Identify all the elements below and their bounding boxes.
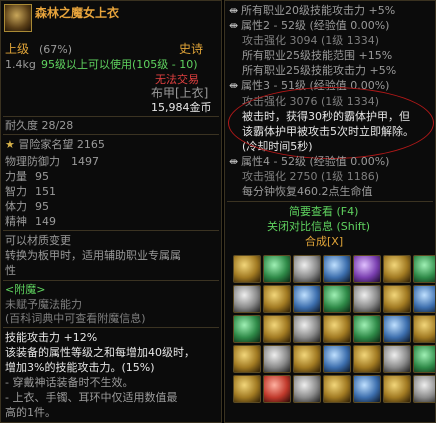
option-line: 所有职业25级技能范围 +15% — [242, 49, 393, 62]
fame-row: ★ 冒险家名望 2165 — [5, 138, 105, 151]
equip-slot[interactable] — [383, 255, 411, 283]
equip-slot[interactable] — [413, 255, 435, 283]
durability: 耐久度 28/28 — [5, 119, 74, 132]
attribute-icon: ⇼ — [229, 19, 239, 32]
effect-desc: 该装备的属性等级之和每增加40级时， — [5, 346, 195, 359]
equip-slot[interactable] — [293, 315, 321, 343]
enchant-header: <附魔> — [5, 283, 46, 296]
equip-slot[interactable] — [353, 345, 381, 373]
equip-slot[interactable] — [413, 315, 435, 343]
highlight-circle — [228, 87, 434, 159]
equip-slot[interactable] — [413, 285, 435, 313]
equip-slot[interactable] — [263, 375, 291, 403]
enchant-none: 未赋予魔法能力 — [5, 298, 82, 311]
equip-slot[interactable] — [263, 285, 291, 313]
equip-slot[interactable] — [323, 345, 351, 373]
item-weight: 1.4kg — [5, 58, 36, 71]
effect-desc: 增加3%的技能攻击力。(15%) — [5, 361, 155, 374]
divider — [3, 134, 219, 135]
option-line: 攻击强化 2750 (1级 1186) — [242, 170, 380, 183]
equip-slot[interactable] — [353, 255, 381, 283]
equip-slot[interactable] — [263, 315, 291, 343]
equip-slot[interactable] — [293, 345, 321, 373]
divider — [3, 116, 219, 117]
equip-slot[interactable] — [293, 255, 321, 283]
effect-note: - 上衣、手镯、耳环中仅适用数值最 — [5, 391, 178, 404]
divider — [227, 201, 433, 202]
item-name: 森林之魔女上衣 — [35, 6, 120, 20]
stat-label: 力量 — [5, 170, 27, 183]
option-line: 攻击强化 3094 (1级 1334) — [242, 34, 380, 47]
effect-note: - 穿戴神话装备时不生效。 — [5, 376, 134, 389]
stat-value: 95 — [35, 170, 49, 183]
material-desc: 性 — [5, 264, 16, 277]
option-line: ⇼ 属性2 - 52级 (经验值 0.00%) — [229, 19, 390, 32]
skill-attack: 技能攻击力 +12% — [5, 331, 98, 344]
defense-value: 1497 — [71, 155, 99, 168]
attribute-icon: ⇼ — [229, 79, 239, 92]
rarity-label: 史诗 — [179, 42, 204, 56]
fame-icon: ★ — [5, 138, 15, 151]
equip-slot[interactable] — [383, 345, 411, 373]
divider — [3, 280, 219, 281]
stat-value: 149 — [35, 215, 56, 228]
equip-slot[interactable] — [323, 285, 351, 313]
equip-slot[interactable] — [323, 255, 351, 283]
equip-slot[interactable] — [233, 315, 261, 343]
stat-value: 95 — [35, 200, 49, 213]
stat-value: 151 — [35, 185, 56, 198]
synthesis-button[interactable]: 合成[X] — [305, 235, 343, 248]
level-requirement: 95级以上可以使用(105级 - 10) — [41, 58, 198, 71]
option-line: 所有职业25级技能攻击力 +5% — [242, 64, 397, 77]
equip-slot[interactable] — [293, 375, 321, 403]
item-grade: 上级 — [5, 42, 30, 56]
equip-slot[interactable] — [233, 345, 261, 373]
attribute-icon: ⇼ — [229, 4, 239, 17]
item-price: 15,984金币 — [151, 101, 212, 114]
item-tooltip-panel: 森林之魔女上衣 上级 (67%) 史诗 1.4kg 95级以上可以使用(105级… — [0, 0, 222, 423]
equip-slot[interactable] — [323, 315, 351, 343]
equip-slot[interactable] — [293, 285, 321, 313]
equip-slot[interactable] — [263, 255, 291, 283]
item-options-panel: ⇼ 所有职业20级技能攻击力 +5% ⇼ 属性2 - 52级 (经验值 0.00%)… — [224, 0, 436, 423]
divider — [3, 230, 219, 231]
equip-slot[interactable] — [383, 375, 411, 403]
equip-slot[interactable] — [353, 375, 381, 403]
close-compare-button[interactable]: 关闭对比信息 (Shift) — [267, 220, 370, 233]
equip-slot[interactable] — [263, 345, 291, 373]
grade-percent: (67%) — [39, 43, 73, 56]
option-line: ⇼ 属性4 - 52级 (经验值 0.00%) — [229, 155, 390, 168]
effect-note: 高的1件。 — [5, 406, 56, 419]
defense-label: 物理防御力 — [5, 155, 60, 168]
equip-slot[interactable] — [233, 285, 261, 313]
armor-icon — [4, 4, 32, 32]
stat-label: 体力 — [5, 200, 27, 213]
attribute-icon: ⇼ — [229, 155, 239, 168]
item-type: 布甲[上衣] — [151, 86, 209, 100]
divider — [3, 327, 219, 328]
enchant-hint: (百科词典中可查看附魔信息) — [5, 312, 146, 325]
equip-slot[interactable] — [323, 375, 351, 403]
equip-slot[interactable] — [353, 285, 381, 313]
fame-text: 冒险家名望 2165 — [18, 138, 105, 151]
stat-label: 精神 — [5, 215, 27, 228]
equip-slot[interactable] — [233, 375, 261, 403]
material-desc: 转换为板甲时，适用辅助职业专属属 — [5, 249, 181, 262]
equip-slot[interactable] — [233, 255, 261, 283]
equip-slot[interactable] — [383, 285, 411, 313]
stat-label: 智力 — [5, 185, 27, 198]
equip-slot[interactable] — [383, 315, 411, 343]
option-line: ⇼ 所有职业20级技能攻击力 +5% — [229, 4, 396, 17]
equip-slot[interactable] — [413, 375, 435, 403]
equip-slot[interactable] — [353, 315, 381, 343]
brief-view-button[interactable]: 简要查看 (F4) — [289, 205, 358, 218]
equip-slot[interactable] — [413, 345, 435, 373]
option-line: 每分钟恢复460.2点生命值 — [242, 185, 373, 198]
trade-status: 无法交易 — [155, 73, 199, 86]
material-change: 可以材质变更 — [5, 234, 71, 247]
